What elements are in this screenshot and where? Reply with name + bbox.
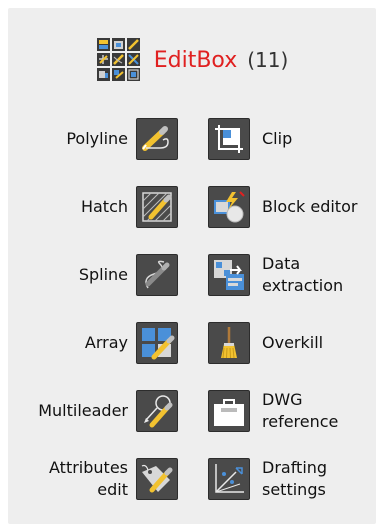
clip-icon [208, 118, 250, 160]
data-extraction-icon [208, 254, 250, 296]
tool-label: Drafting settings [262, 458, 328, 499]
tool-label: Data extraction [262, 254, 344, 295]
polyline-icon [136, 118, 178, 160]
tool-count: (11) [247, 48, 289, 72]
tool-clip[interactable]: Clip [208, 111, 378, 167]
tool-label: Array [84, 333, 128, 352]
panel-title: EditBox [153, 47, 238, 73]
tool-multileader[interactable]: Multileader [8, 383, 178, 439]
tool-drafting-settings[interactable]: Drafting settings [208, 451, 378, 507]
attributes-edit-icon [136, 458, 178, 500]
tool-attributes-edit[interactable]: Attributes edit [8, 451, 178, 507]
editbox-grid-icon [96, 38, 140, 81]
multileader-icon [136, 390, 178, 432]
tool-array[interactable]: Array [8, 315, 178, 371]
panel-header: EditBox (11) [8, 38, 376, 82]
tool-block-editor[interactable]: Block editor [208, 179, 378, 235]
spline-icon [136, 254, 178, 296]
tool-label: Attributes edit [49, 458, 128, 499]
hatch-icon [136, 186, 178, 228]
tool-data-extraction[interactable]: Data extraction [208, 247, 378, 303]
tool-label: Polyline [66, 129, 128, 148]
tool-spline[interactable]: Spline [8, 247, 178, 303]
drafting-settings-icon [208, 458, 250, 500]
tool-hatch[interactable]: Hatch [8, 179, 178, 235]
tool-dwg-reference[interactable]: DWG reference [208, 383, 378, 439]
overkill-icon [208, 322, 250, 364]
array-icon [136, 322, 178, 364]
dwg-reference-icon [208, 390, 250, 432]
tool-label: Spline [78, 265, 128, 284]
tool-label: Overkill [262, 333, 324, 352]
block-editor-icon [208, 186, 250, 228]
tool-label: DWG reference [262, 390, 339, 431]
editbox-panel: EditBox (11) Polyline Hatch Spline Array… [8, 8, 376, 524]
tool-label: Multileader [38, 401, 128, 420]
tool-polyline[interactable]: Polyline [8, 111, 178, 167]
tool-overkill[interactable]: Overkill [208, 315, 378, 371]
tool-label: Block editor [262, 197, 358, 216]
tool-label: Clip [262, 129, 293, 148]
tool-label: Hatch [80, 197, 128, 216]
